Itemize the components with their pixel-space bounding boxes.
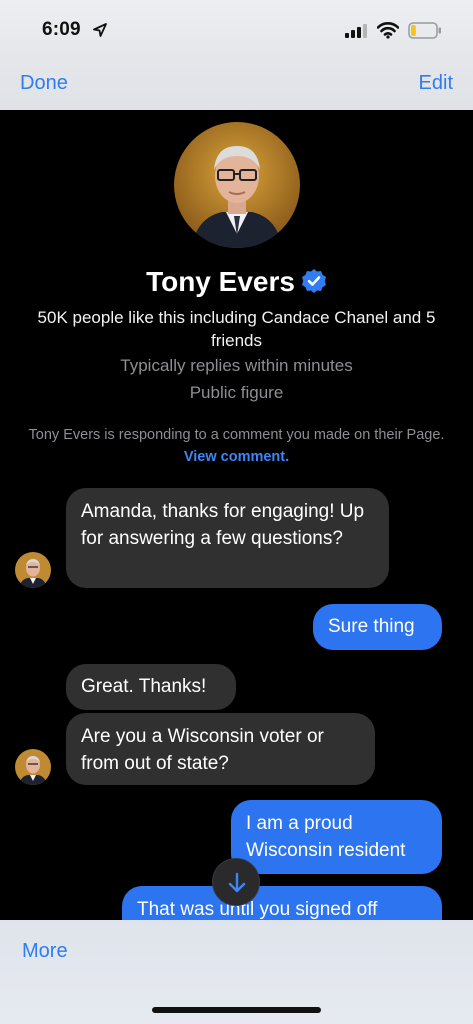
profile-name: Tony Evers: [0, 266, 473, 298]
sender-avatar[interactable]: [15, 552, 51, 588]
home-indicator[interactable]: [152, 1007, 321, 1013]
nav-bar: Done Edit: [0, 62, 473, 110]
edit-button[interactable]: Edit: [419, 72, 453, 95]
message-bubble-incoming[interactable]: Great. Thanks!: [66, 664, 236, 710]
sender-avatar[interactable]: [15, 749, 51, 785]
context-note-text: Tony Evers is responding to a comment yo…: [28, 427, 445, 443]
more-button[interactable]: More: [22, 940, 68, 963]
message-bubble-incoming[interactable]: Amanda, thanks for engaging! Up for answ…: [66, 488, 389, 588]
message-bubble-outgoing[interactable]: Sure thing: [313, 604, 442, 650]
message-bubble-outgoing[interactable]: I am a proud Wisconsin resident: [231, 800, 442, 874]
message-bubble-incoming[interactable]: Are you a Wisconsin voter or from out of…: [66, 713, 375, 785]
scroll-to-bottom-button[interactable]: [212, 858, 260, 906]
profile-avatar[interactable]: [174, 122, 300, 248]
view-comment-link[interactable]: View comment.: [184, 449, 289, 465]
chat-content[interactable]: Tony Evers 50K people like this includin…: [0, 110, 473, 920]
arrow-down-icon: [228, 872, 246, 893]
response-time-text: Typically replies within minutes: [120, 356, 353, 375]
profile-name-text: Tony Evers: [146, 266, 295, 297]
battery-icon: [408, 22, 441, 39]
likes-text: 50K people like this including Candace C…: [37, 308, 436, 350]
context-note: Tony Evers is responding to a comment yo…: [25, 424, 448, 468]
status-time: 6:09: [42, 19, 81, 40]
bottom-toolbar: More: [0, 920, 473, 1024]
signal-icon: [345, 24, 367, 38]
message-bubble-outgoing[interactable]: That was until you signed off: [122, 886, 442, 920]
location-arrow-icon: [93, 23, 107, 37]
page-category: Public figure: [189, 383, 284, 402]
done-button[interactable]: Done: [20, 72, 68, 95]
wifi-icon: [377, 22, 399, 39]
verified-badge-icon: [301, 269, 326, 293]
status-bar: 6:09: [0, 0, 473, 62]
